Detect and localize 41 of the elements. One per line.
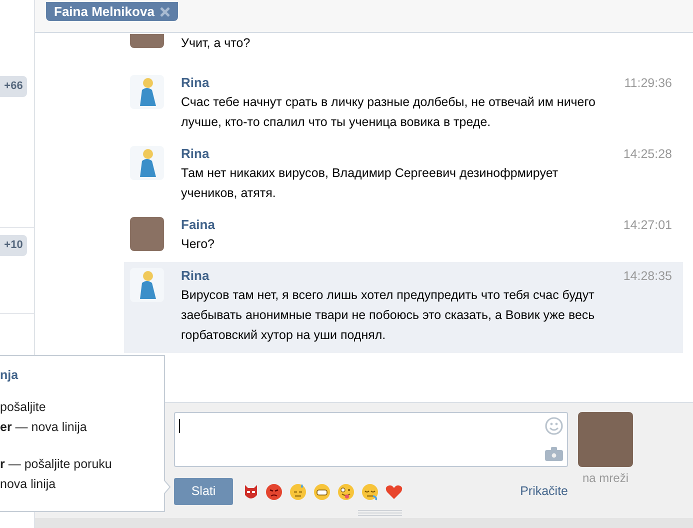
angry-face-icon[interactable] [265,482,283,500]
photo-placeholder [130,217,164,251]
photo-placeholder [130,34,164,48]
close-icon[interactable] [160,6,170,17]
message-text: Учит, а что? [181,35,252,52]
author-name[interactable]: Rina [181,266,210,286]
attach-link[interactable]: Prikačite [520,482,568,501]
hint-title: nja [0,367,20,384]
send-button[interactable]: Slati [174,478,233,505]
author-name[interactable]: Rina [181,73,210,93]
author-name[interactable]: Faina [181,215,215,235]
tongue-face-icon[interactable] [337,482,355,500]
hint-line: r — pošaljite poruku [0,456,113,473]
message-text: Чего? [181,236,216,253]
avatar-drawing [130,146,164,180]
avatar-drawing [130,268,164,302]
resize-grip-icon[interactable] [358,510,402,516]
online-status: na mreži [582,470,628,487]
mask-icon[interactable] [243,482,259,500]
message-time: 14:27:01 [623,216,672,234]
count-badge: +66 [0,76,27,97]
sleepy-face-icon[interactable] [361,482,379,500]
avatar-drawing [130,75,164,109]
message-text: Там нет никаких вирусов, Владимир Сергеевич дезинофрмирует учеников, атятя. [181,165,560,202]
grinning-face-icon[interactable] [313,482,331,500]
message-text: Счас тебе начнут срать в личку разные долбебы, не отвечай им ничего лучше, кто-то спалил что ты ученица вовика в треде. [181,94,596,131]
hint-line: er — nova linija [0,419,88,436]
smile-icon[interactable] [545,417,563,435]
camera-icon[interactable] [545,447,563,461]
author-name[interactable]: Rina [181,144,210,164]
sweat-face-icon[interactable] [289,482,307,500]
hint-line: nova linija [0,476,57,493]
chat-tab[interactable]: Faina Melnikova [46,2,178,22]
message-time: 11:29:36 [624,74,672,92]
message-text: Вирусов там нет, я всего лишь хотел предупредить что тебя счас будут заебывать анонимные твари не побоюсь это сказать, а Вовик уже весь горбатовский хутор на уши поднял. [181,287,596,344]
message-time: 14:28:35 [623,268,672,285]
heart-icon[interactable] [385,484,403,500]
message-time: 14:25:28 [623,146,672,163]
hint-line: pošaljite [0,399,47,416]
count-badge: +10 [0,235,27,256]
message-input[interactable] [174,412,568,467]
